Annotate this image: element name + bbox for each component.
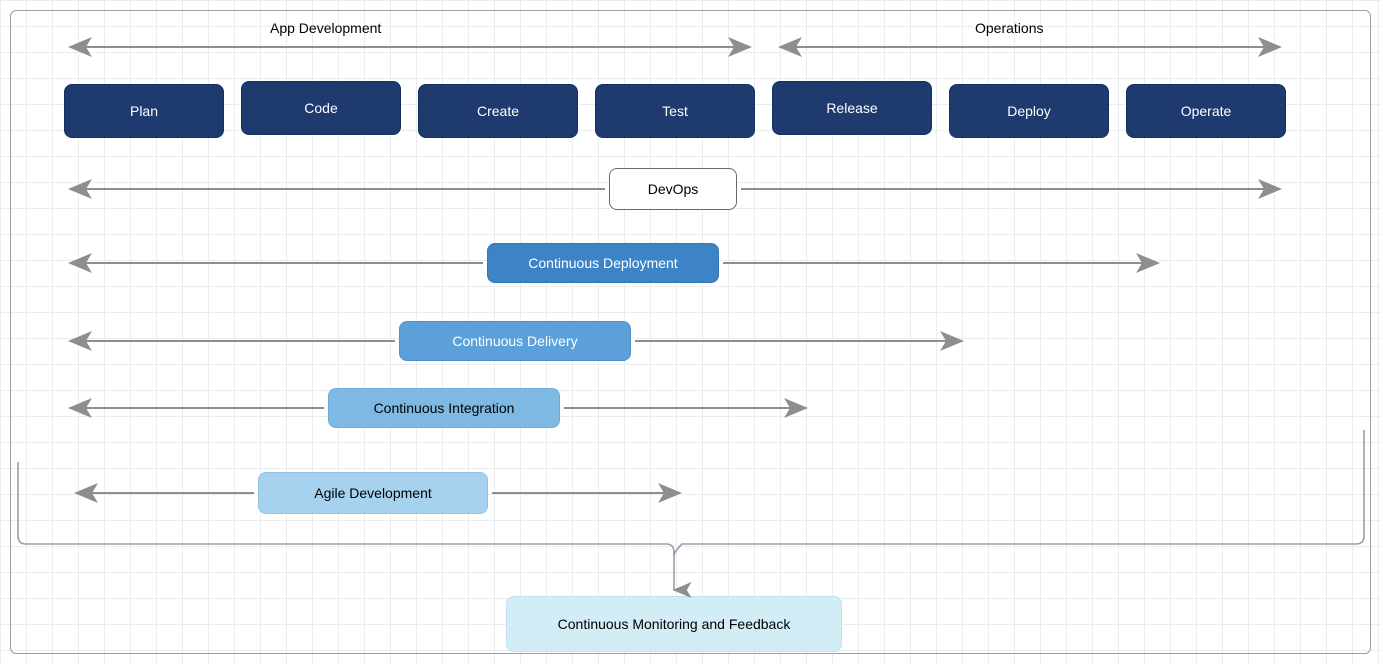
stage-plan: Plan	[64, 84, 224, 138]
header-app-dev: App Development	[270, 20, 381, 36]
feedback-bracket	[18, 430, 1364, 556]
stage-deploy: Deploy	[949, 84, 1109, 138]
row-continuous-deployment: Continuous Deployment	[487, 243, 719, 283]
row-continuous-delivery: Continuous Delivery	[399, 321, 631, 361]
header-operations: Operations	[975, 20, 1043, 36]
row-devops: DevOps	[609, 168, 737, 210]
stage-code: Code	[241, 81, 401, 135]
stage-test: Test	[595, 84, 755, 138]
stage-create: Create	[418, 84, 578, 138]
row-continuous-monitoring: Continuous Monitoring and Feedback	[506, 596, 842, 652]
stage-operate: Operate	[1126, 84, 1286, 138]
row-agile-development: Agile Development	[258, 472, 488, 514]
diagram-canvas: App Development Operations Plan Code Cre…	[0, 0, 1381, 664]
row-continuous-integration: Continuous Integration	[328, 388, 560, 428]
stage-release: Release	[772, 81, 932, 135]
